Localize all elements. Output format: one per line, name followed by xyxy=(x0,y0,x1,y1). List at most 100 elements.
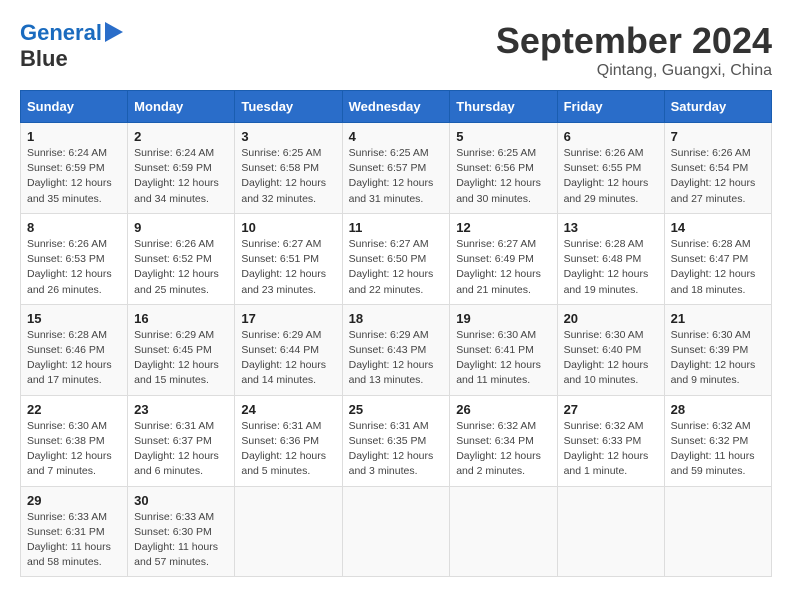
day-number: 25 xyxy=(349,402,444,417)
logo-arrow-icon xyxy=(105,22,123,42)
day-detail: Sunrise: 6:30 AM Sunset: 6:38 PM Dayligh… xyxy=(27,419,121,480)
day-detail: Sunrise: 6:26 AM Sunset: 6:53 PM Dayligh… xyxy=(27,237,121,298)
day-number: 26 xyxy=(456,402,550,417)
day-number: 17 xyxy=(241,311,335,326)
day-number: 18 xyxy=(349,311,444,326)
calendar-cell: 5 Sunrise: 6:25 AM Sunset: 6:56 PM Daylig… xyxy=(450,123,557,214)
calendar-table: SundayMondayTuesdayWednesdayThursdayFrid… xyxy=(20,90,772,577)
calendar-cell: 8Sunrise: 6:26 AM Sunset: 6:53 PM Daylig… xyxy=(21,213,128,304)
day-detail: Sunrise: 6:27 AM Sunset: 6:51 PM Dayligh… xyxy=(241,237,335,298)
calendar-cell xyxy=(557,486,664,577)
calendar-cell xyxy=(664,486,771,577)
day-number: 3 xyxy=(241,129,335,144)
calendar-cell: 27Sunrise: 6:32 AM Sunset: 6:33 PM Dayli… xyxy=(557,395,664,486)
day-number: 4 xyxy=(349,129,444,144)
calendar-cell: 20 Sunrise: 6:30 AM Sunset: 6:40 PM Dayli… xyxy=(557,304,664,395)
calendar-cell: 21 Sunrise: 6:30 AM Sunset: 6:39 PM Dayli… xyxy=(664,304,771,395)
day-detail: Sunrise: 6:30 AM Sunset: 6:41 PM Dayligh… xyxy=(456,328,550,389)
day-number: 15 xyxy=(27,311,121,326)
day-detail: Sunrise: 6:25 AM Sunset: 6:58 PM Dayligh… xyxy=(241,146,335,207)
day-number: 11 xyxy=(349,220,444,235)
calendar-cell: 24Sunrise: 6:31 AM Sunset: 6:36 PM Dayli… xyxy=(235,395,342,486)
day-detail: Sunrise: 6:24 AM Sunset: 6:59 PM Dayligh… xyxy=(27,146,121,207)
weekday-header-monday: Monday xyxy=(128,91,235,123)
day-detail: Sunrise: 6:33 AM Sunset: 6:31 PM Dayligh… xyxy=(27,510,121,571)
calendar-cell xyxy=(342,486,450,577)
calendar-cell xyxy=(450,486,557,577)
day-detail: Sunrise: 6:26 AM Sunset: 6:52 PM Dayligh… xyxy=(134,237,228,298)
day-detail: Sunrise: 6:32 AM Sunset: 6:32 PM Dayligh… xyxy=(671,419,765,480)
calendar-cell: 1Sunrise: 6:24 AM Sunset: 6:59 PM Daylig… xyxy=(21,123,128,214)
weekday-header-friday: Friday xyxy=(557,91,664,123)
calendar-week-row: 29 Sunrise: 6:33 AM Sunset: 6:31 PM Dayli… xyxy=(21,486,772,577)
calendar-cell: 17 Sunrise: 6:29 AM Sunset: 6:44 PM Dayli… xyxy=(235,304,342,395)
calendar-cell: 11 Sunrise: 6:27 AM Sunset: 6:50 PM Dayli… xyxy=(342,213,450,304)
calendar-cell: 25 Sunrise: 6:31 AM Sunset: 6:35 PM Dayli… xyxy=(342,395,450,486)
calendar-cell: 29 Sunrise: 6:33 AM Sunset: 6:31 PM Dayli… xyxy=(21,486,128,577)
day-detail: Sunrise: 6:31 AM Sunset: 6:35 PM Dayligh… xyxy=(349,419,444,480)
calendar-week-row: 15 Sunrise: 6:28 AM Sunset: 6:46 PM Dayli… xyxy=(21,304,772,395)
logo-blue: Blue xyxy=(20,47,123,71)
day-number: 6 xyxy=(564,129,658,144)
day-detail: Sunrise: 6:28 AM Sunset: 6:47 PM Dayligh… xyxy=(671,237,765,298)
day-number: 22 xyxy=(27,402,121,417)
calendar-cell: 3 Sunrise: 6:25 AM Sunset: 6:58 PM Daylig… xyxy=(235,123,342,214)
calendar-cell: 2 Sunrise: 6:24 AM Sunset: 6:59 PM Daylig… xyxy=(128,123,235,214)
location-subtitle: Qintang, Guangxi, China xyxy=(496,62,772,80)
calendar-cell: 16 Sunrise: 6:29 AM Sunset: 6:45 PM Dayli… xyxy=(128,304,235,395)
day-detail: Sunrise: 6:28 AM Sunset: 6:46 PM Dayligh… xyxy=(27,328,121,389)
day-detail: Sunrise: 6:31 AM Sunset: 6:37 PM Dayligh… xyxy=(134,419,228,480)
day-number: 21 xyxy=(671,311,765,326)
logo: General Blue xyxy=(20,20,123,71)
title-block: September 2024 Qintang, Guangxi, China xyxy=(496,20,772,80)
day-number: 19 xyxy=(456,311,550,326)
day-number: 20 xyxy=(564,311,658,326)
calendar-week-row: 8Sunrise: 6:26 AM Sunset: 6:53 PM Daylig… xyxy=(21,213,772,304)
page-header: General Blue September 2024 Qintang, Gua… xyxy=(20,20,772,80)
calendar-body: 1Sunrise: 6:24 AM Sunset: 6:59 PM Daylig… xyxy=(21,123,772,577)
calendar-week-row: 1Sunrise: 6:24 AM Sunset: 6:59 PM Daylig… xyxy=(21,123,772,214)
day-number: 16 xyxy=(134,311,228,326)
day-detail: Sunrise: 6:25 AM Sunset: 6:56 PM Dayligh… xyxy=(456,146,550,207)
calendar-cell: 4Sunrise: 6:25 AM Sunset: 6:57 PM Daylig… xyxy=(342,123,450,214)
weekday-header-saturday: Saturday xyxy=(664,91,771,123)
day-detail: Sunrise: 6:32 AM Sunset: 6:34 PM Dayligh… xyxy=(456,419,550,480)
calendar-week-row: 22 Sunrise: 6:30 AM Sunset: 6:38 PM Dayli… xyxy=(21,395,772,486)
weekday-header-tuesday: Tuesday xyxy=(235,91,342,123)
day-number: 10 xyxy=(241,220,335,235)
calendar-header-row: SundayMondayTuesdayWednesdayThursdayFrid… xyxy=(21,91,772,123)
calendar-cell: 14 Sunrise: 6:28 AM Sunset: 6:47 PM Dayli… xyxy=(664,213,771,304)
day-number: 5 xyxy=(456,129,550,144)
day-detail: Sunrise: 6:30 AM Sunset: 6:40 PM Dayligh… xyxy=(564,328,658,389)
month-title: September 2024 xyxy=(496,20,772,62)
day-detail: Sunrise: 6:33 AM Sunset: 6:30 PM Dayligh… xyxy=(134,510,228,571)
calendar-cell: 22 Sunrise: 6:30 AM Sunset: 6:38 PM Dayli… xyxy=(21,395,128,486)
calendar-cell: 26 Sunrise: 6:32 AM Sunset: 6:34 PM Dayli… xyxy=(450,395,557,486)
calendar-cell: 7 Sunrise: 6:26 AM Sunset: 6:54 PM Daylig… xyxy=(664,123,771,214)
calendar-cell: 6 Sunrise: 6:26 AM Sunset: 6:55 PM Daylig… xyxy=(557,123,664,214)
day-detail: Sunrise: 6:24 AM Sunset: 6:59 PM Dayligh… xyxy=(134,146,228,207)
day-detail: Sunrise: 6:32 AM Sunset: 6:33 PM Dayligh… xyxy=(564,419,658,480)
weekday-header-wednesday: Wednesday xyxy=(342,91,450,123)
day-detail: Sunrise: 6:30 AM Sunset: 6:39 PM Dayligh… xyxy=(671,328,765,389)
day-detail: Sunrise: 6:26 AM Sunset: 6:55 PM Dayligh… xyxy=(564,146,658,207)
day-number: 13 xyxy=(564,220,658,235)
day-number: 24 xyxy=(241,402,335,417)
day-detail: Sunrise: 6:29 AM Sunset: 6:44 PM Dayligh… xyxy=(241,328,335,389)
day-detail: Sunrise: 6:26 AM Sunset: 6:54 PM Dayligh… xyxy=(671,146,765,207)
day-number: 12 xyxy=(456,220,550,235)
day-number: 7 xyxy=(671,129,765,144)
day-detail: Sunrise: 6:29 AM Sunset: 6:45 PM Dayligh… xyxy=(134,328,228,389)
day-number: 14 xyxy=(671,220,765,235)
logo-general: General xyxy=(20,20,102,45)
day-detail: Sunrise: 6:27 AM Sunset: 6:50 PM Dayligh… xyxy=(349,237,444,298)
day-detail: Sunrise: 6:29 AM Sunset: 6:43 PM Dayligh… xyxy=(349,328,444,389)
calendar-cell: 15 Sunrise: 6:28 AM Sunset: 6:46 PM Dayli… xyxy=(21,304,128,395)
day-number: 2 xyxy=(134,129,228,144)
weekday-header-thursday: Thursday xyxy=(450,91,557,123)
calendar-cell: 30Sunrise: 6:33 AM Sunset: 6:30 PM Dayli… xyxy=(128,486,235,577)
day-number: 29 xyxy=(27,493,121,508)
calendar-cell: 12Sunrise: 6:27 AM Sunset: 6:49 PM Dayli… xyxy=(450,213,557,304)
calendar-cell: 10 Sunrise: 6:27 AM Sunset: 6:51 PM Dayli… xyxy=(235,213,342,304)
calendar-cell: 18 Sunrise: 6:29 AM Sunset: 6:43 PM Dayli… xyxy=(342,304,450,395)
